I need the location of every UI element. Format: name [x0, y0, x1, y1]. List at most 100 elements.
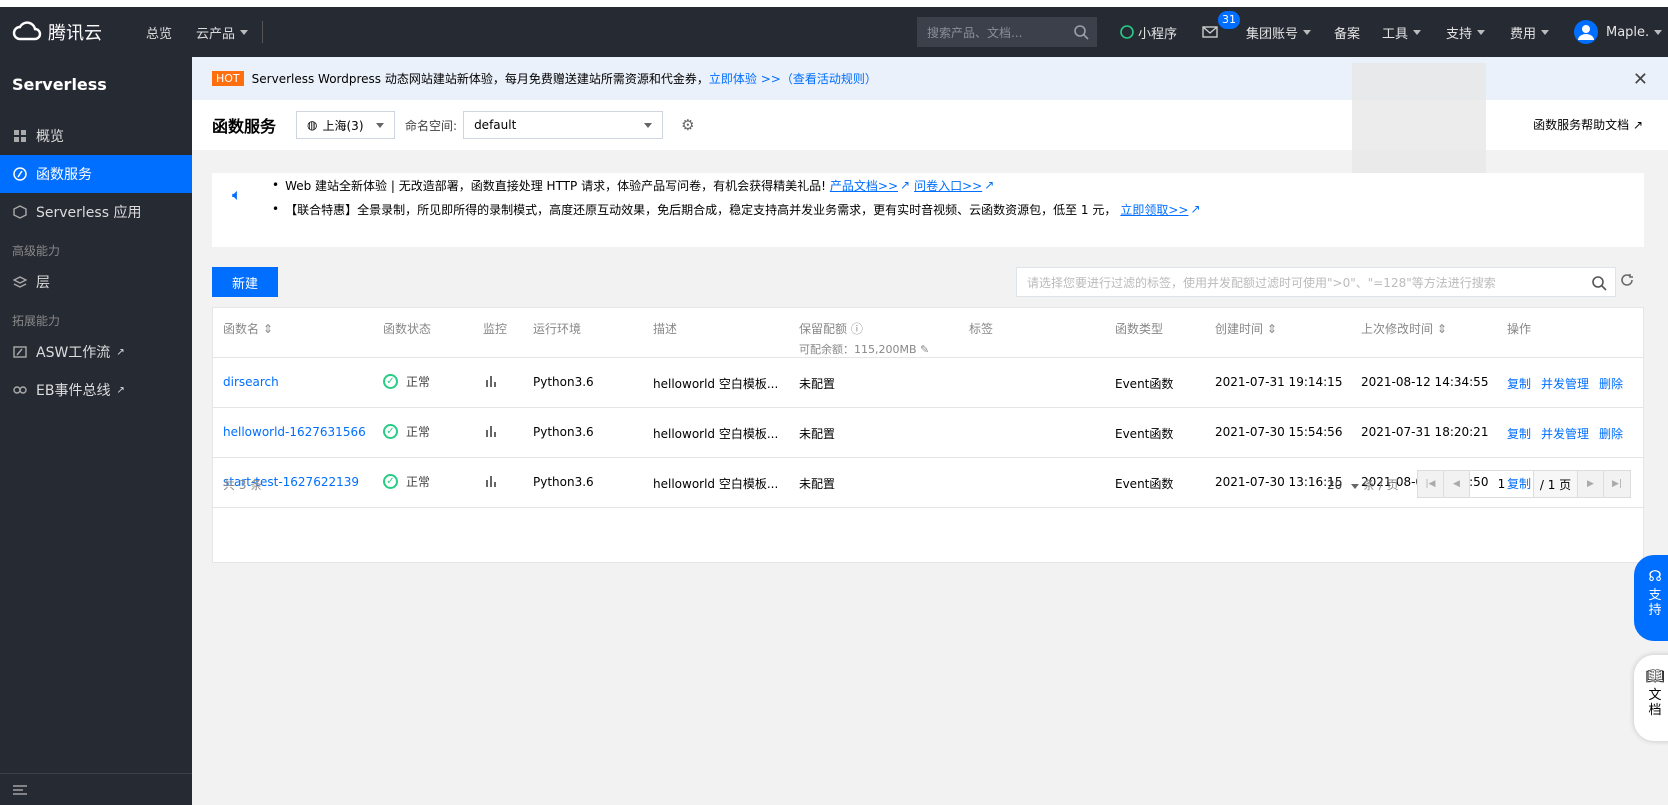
sidebar-item-serverless-app[interactable]: Serverless 应用 — [0, 193, 192, 231]
notice-text-2: 【联合特惠】全景录制，所见即所得的录制模式，高度还原互动效果，免后期合成，稳定支… — [285, 202, 1117, 217]
col-monitor: 监控 — [483, 322, 508, 336]
banner-try-link[interactable]: 立即体验 >> — [709, 70, 781, 87]
page-total: / 1 页 — [1534, 471, 1578, 497]
function-type: Event函数 — [1115, 427, 1174, 441]
collapse-sidebar-button[interactable] — [0, 773, 192, 805]
mini-program-link[interactable]: 小程序 — [1120, 7, 1177, 57]
sidebar-item-layer[interactable]: 层 — [0, 263, 192, 301]
product-doc-link[interactable]: 产品文档>> — [830, 177, 898, 194]
page-size-select[interactable]: 20 条 / 页 — [1327, 476, 1399, 493]
divider — [262, 21, 264, 43]
cloud-logo-icon — [12, 21, 42, 41]
mail-button[interactable] — [1202, 7, 1218, 57]
notice-line-2: • 【联合特惠】全景录制，所见即所得的录制模式，高度还原互动效果，免后期合成，稳… — [272, 197, 1644, 221]
first-page-button[interactable]: |◀ — [1418, 471, 1444, 497]
function-name-link[interactable]: dirsearch — [223, 375, 279, 389]
col-modified[interactable]: 上次修改时间 ⇕ — [1361, 320, 1447, 337]
chevron-down-icon — [240, 29, 249, 35]
sidebar-item-eb[interactable]: EB事件总线 ↗ — [0, 371, 192, 409]
status-text: 正常 — [406, 425, 431, 439]
last-page-button[interactable]: ▶| — [1604, 471, 1630, 497]
tencent-cloud-logo[interactable]: 腾讯云 — [12, 19, 122, 45]
namespace-select[interactable]: default — [463, 111, 664, 139]
support-menu[interactable]: 支持 — [1446, 7, 1486, 57]
delete-link[interactable]: 删除 — [1599, 427, 1623, 441]
concurrency-link[interactable]: 并发管理 — [1541, 377, 1589, 391]
col-ops: 操作 — [1507, 322, 1532, 336]
col-desc: 描述 — [653, 322, 678, 336]
info-icon[interactable]: ⓘ — [851, 322, 863, 336]
sidebar-item-overview[interactable]: 概览 — [0, 117, 192, 155]
chevron-down-icon — [644, 123, 653, 128]
global-search-input[interactable]: 搜索产品、文档... — [917, 17, 1097, 47]
headset-icon: ☊ — [1648, 567, 1662, 585]
filter-placeholder: 请选择您要进行过滤的标签，使用并发配额过滤时可使用">0"、"=128"等方法进… — [1027, 275, 1496, 290]
col-status: 函数状态 — [383, 322, 432, 336]
created-time: 2021-07-30 15:54:56 — [1215, 425, 1343, 439]
nav-overview[interactable]: 总览 — [146, 23, 172, 42]
billing-label: 费用 — [1510, 26, 1537, 42]
region-select[interactable]: ◍ 上海(3) — [296, 111, 396, 139]
prev-page-button[interactable]: ◀ — [1444, 471, 1470, 497]
sidebar-item-functions[interactable]: 函数服务 — [0, 155, 192, 193]
help-doc-link[interactable]: 函数服务帮助文档 ↗ — [1533, 116, 1643, 133]
header-label: 上次修改时间 — [1361, 322, 1434, 336]
tag-filter-input[interactable]: 请选择您要进行过滤的标签，使用并发配额过滤时可使用">0"、"=128"等方法进… — [1016, 267, 1616, 297]
sidebar-group-extend: 拓展能力 — [12, 314, 61, 328]
group-account-menu[interactable]: 集团账号 — [1246, 7, 1312, 57]
concurrency-link[interactable]: 并发管理 — [1541, 427, 1589, 441]
sidebar-item-asw[interactable]: ASW工作流 ↗ — [0, 333, 192, 371]
total-count: 共 3 条 — [223, 478, 263, 492]
external-link-icon: ↗ — [1190, 202, 1201, 216]
user-menu[interactable]: Maple. — [1574, 7, 1663, 57]
page-size-value: 20 — [1327, 478, 1343, 492]
new-function-button[interactable]: 新建 — [212, 267, 278, 297]
floating-support-button[interactable]: ☊ 支 持 — [1634, 555, 1668, 641]
sort-icon: ⇕ — [1266, 322, 1277, 336]
help-doc-label: 函数服务帮助文档 — [1533, 118, 1630, 132]
quota: 未配置 — [799, 427, 836, 441]
gear-icon[interactable]: ⚙ — [681, 116, 694, 134]
survey-link[interactable]: 问卷入口>> — [914, 177, 982, 194]
page-title: 函数服务 — [212, 117, 277, 136]
refresh-icon[interactable] — [1620, 273, 1634, 290]
col-created[interactable]: 创建时间 ⇕ — [1215, 320, 1277, 337]
banner-rules-link[interactable]: （查看活动规则） — [781, 70, 877, 87]
col-name[interactable]: 函数名 ⇕ — [223, 320, 273, 337]
description: helloworld 空白模板... — [653, 427, 779, 441]
doc-char: 档 — [1648, 703, 1662, 718]
copy-link[interactable]: 复制 — [1507, 377, 1531, 391]
col-tags: 标签 — [969, 322, 994, 336]
function-name-link[interactable]: helloworld-1627631566 — [223, 425, 366, 439]
tools-menu[interactable]: 工具 — [1382, 7, 1422, 57]
bar-chart-icon[interactable] — [485, 425, 497, 440]
sidebar-item-label: 函数服务 — [36, 167, 92, 183]
search-icon[interactable] — [1591, 275, 1607, 291]
claim-link[interactable]: 立即领取>> — [1120, 201, 1188, 218]
nav-products[interactable]: 云产品 — [196, 23, 249, 42]
search-icon[interactable] — [1073, 24, 1089, 40]
chevron-down-icon — [1654, 29, 1663, 35]
edit-icon[interactable]: ✎ — [920, 343, 929, 356]
bar-chart-icon[interactable] — [485, 375, 497, 390]
runtime: Python3.6 — [533, 375, 594, 389]
beian-link[interactable]: 备案 — [1334, 7, 1360, 57]
copy-link[interactable]: 复制 — [1507, 427, 1531, 441]
namespace-label: 命名空间: — [405, 118, 458, 133]
notice-text-1: Web 建站全新体验 | 无改造部署，函数直接处理 HTTP 请求，体验产品写问… — [285, 178, 826, 193]
notice-panel: 🔈︎ • Web 建站全新体验 | 无改造部署，函数直接处理 HTTP 请求，体… — [212, 173, 1644, 247]
chevron-down-icon — [1351, 484, 1360, 489]
col-runtime: 运行环境 — [533, 322, 582, 336]
runtime: Python3.6 — [533, 425, 594, 439]
page-input[interactable]: 1 — [1470, 471, 1534, 497]
tools-label: 工具 — [1382, 26, 1409, 42]
layers-icon — [12, 274, 28, 290]
close-icon[interactable]: ✕ — [1633, 69, 1648, 90]
delete-link[interactable]: 删除 — [1599, 377, 1623, 391]
chevron-down-icon — [1541, 29, 1550, 35]
billing-menu[interactable]: 费用 — [1510, 7, 1550, 57]
floating-doc-button[interactable]: 📖︎ 文 档 — [1634, 655, 1668, 741]
description: helloworld 空白模板... — [653, 377, 779, 391]
sidebar-item-label: 概览 — [36, 129, 64, 145]
next-page-button[interactable]: ▶ — [1578, 471, 1604, 497]
